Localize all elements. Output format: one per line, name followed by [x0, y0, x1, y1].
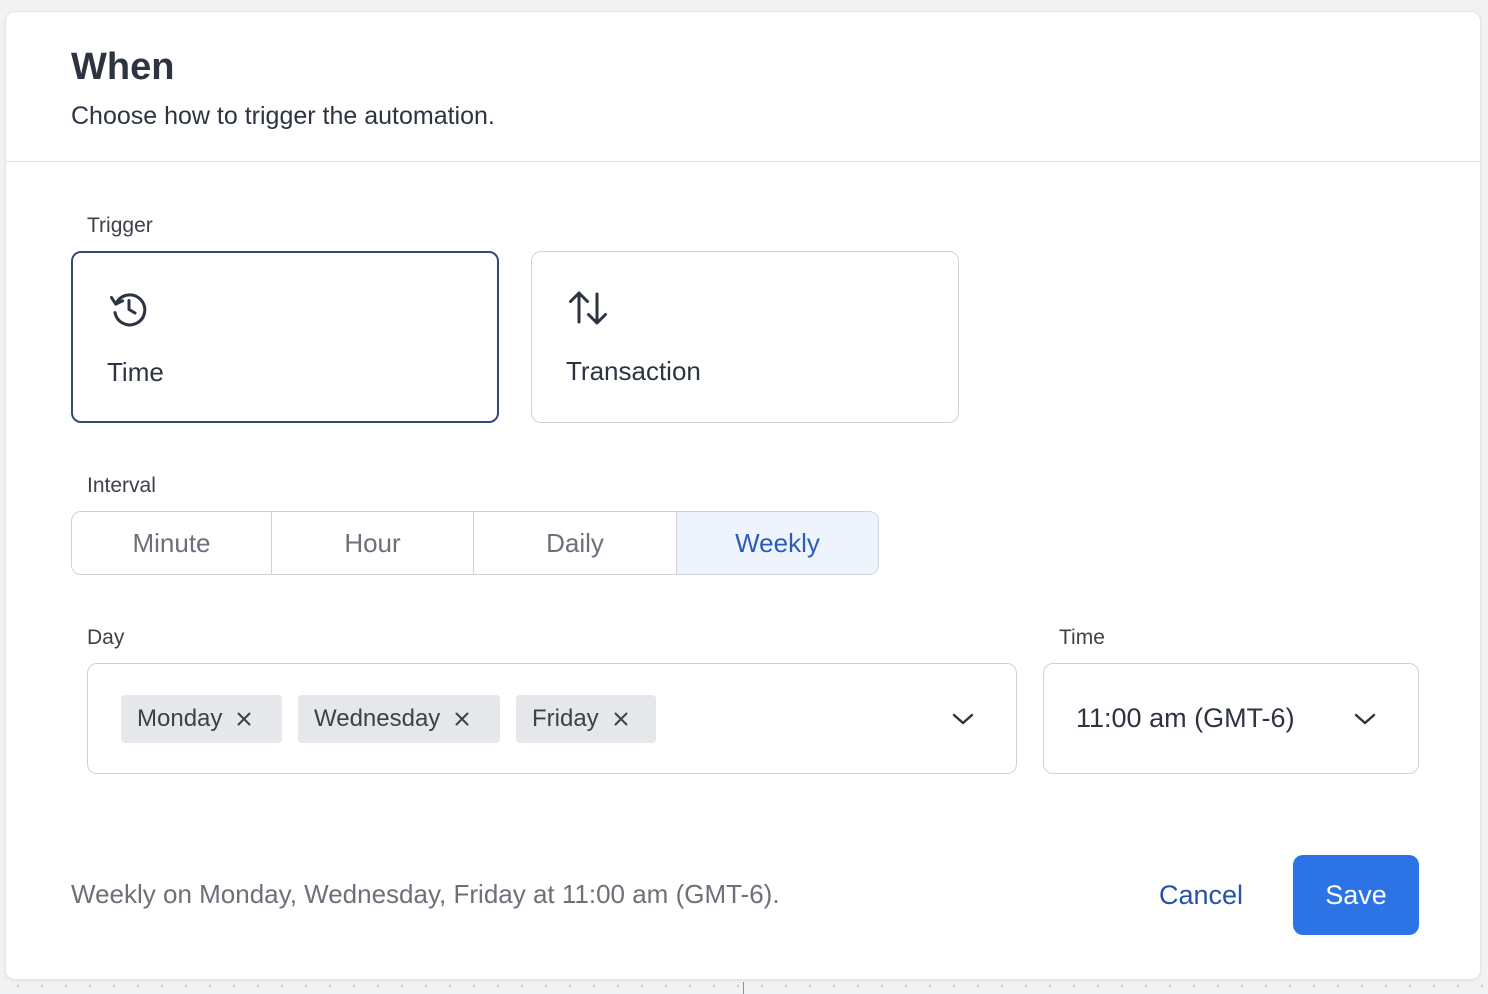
save-button[interactable]: Save: [1293, 855, 1419, 935]
when-dialog: When Choose how to trigger the automatio…: [5, 11, 1481, 980]
interval-label: Interval: [87, 474, 156, 497]
trigger-option-label: Time: [107, 357, 164, 387]
interval-option-hour[interactable]: Hour: [272, 512, 474, 574]
remove-icon[interactable]: [454, 711, 470, 727]
day-label: Day: [87, 626, 125, 649]
clock-history-icon: [110, 293, 147, 327]
day-chip-wednesday: Wednesday: [298, 695, 500, 743]
trigger-option-time[interactable]: Time: [71, 251, 499, 423]
day-chip-monday: Monday: [121, 695, 282, 743]
chip-label: Friday: [532, 705, 599, 732]
chevron-down-icon[interactable]: [952, 712, 974, 726]
dialog-header: When Choose how to trigger the automatio…: [6, 12, 1480, 162]
trigger-option-transaction[interactable]: Transaction: [531, 251, 959, 423]
interval-option-weekly[interactable]: Weekly: [677, 512, 878, 574]
background-divider: [743, 982, 744, 994]
trigger-option-label: Transaction: [566, 356, 701, 386]
chip-label: Monday: [137, 705, 223, 732]
chevron-down-icon[interactable]: [1354, 712, 1376, 726]
trigger-label: Trigger: [87, 214, 153, 237]
schedule-summary: Weekly on Monday, Wednesday, Friday at 1…: [71, 879, 780, 909]
cancel-button[interactable]: Cancel: [1136, 855, 1266, 935]
dialog-title: When: [71, 46, 175, 88]
interval-option-daily[interactable]: Daily: [474, 512, 677, 574]
time-select[interactable]: 11:00 am (GMT-6): [1043, 663, 1419, 774]
time-select-value: 11:00 am (GMT-6): [1076, 703, 1295, 733]
day-chip-friday: Friday: [516, 695, 656, 743]
time-label: Time: [1059, 626, 1105, 649]
dialog-subtitle: Choose how to trigger the automation.: [71, 102, 495, 130]
day-multiselect[interactable]: Monday Wednesday Friday: [87, 663, 1017, 774]
chip-label: Wednesday: [314, 705, 441, 732]
remove-icon[interactable]: [236, 711, 252, 727]
arrows-up-down-icon: [569, 291, 607, 325]
remove-icon[interactable]: [613, 711, 629, 727]
interval-option-minute[interactable]: Minute: [72, 512, 272, 574]
interval-segmented-control: Minute Hour Daily Weekly: [71, 511, 879, 575]
